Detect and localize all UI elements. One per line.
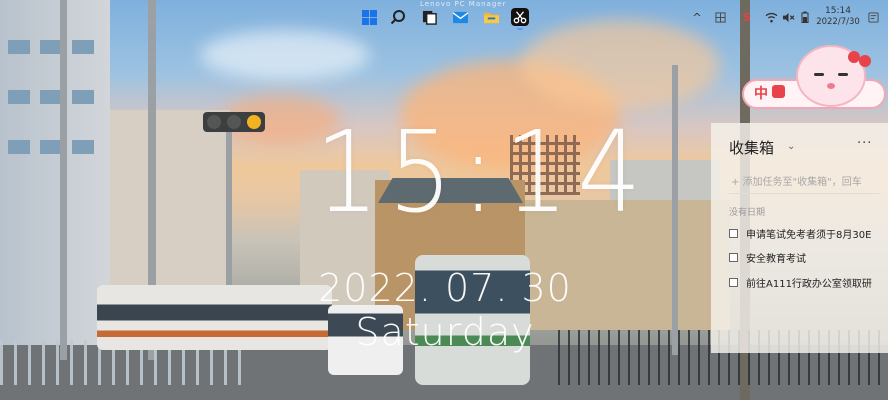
task-item[interactable]: 安全教育考试 [729,250,888,265]
cloud [200,30,370,80]
windows-start-icon[interactable] [360,8,378,26]
task-item[interactable]: 前往A111行政办公室领取研 [729,275,888,290]
task-checkbox[interactable] [729,228,738,238]
system-clock[interactable]: 15:14 2022/7/30 [814,6,862,28]
chevron-down-icon[interactable]: ⌄ [787,141,795,152]
cloud [520,20,720,110]
desktop-clock-date: 2022. 07. 30 Saturday [318,266,572,354]
task-text: 安全教育考试 [746,253,806,265]
volume-muted-icon[interactable] [781,9,795,25]
building [0,0,110,360]
section-header-no-date: 没有日期 [729,208,766,218]
wifi-icon[interactable] [764,9,778,25]
task-view-icon[interactable] [420,8,438,26]
snipping-tool-icon[interactable] [511,8,529,26]
search-icon[interactable] [389,8,407,26]
task-checkbox[interactable] [729,277,738,287]
system-clock-time: 15:14 [825,6,851,16]
active-app-indicator [517,28,523,30]
cherry-icon [859,55,871,67]
cat-sticker-widget[interactable]: 中 [740,45,888,120]
traffic-light [203,112,265,132]
desktop-clock-time: 15:14 [315,108,651,238]
keyboard-icon[interactable] [714,9,726,25]
notification-icon[interactable] [866,9,880,25]
mail-icon[interactable] [451,8,469,26]
divider [729,193,879,194]
task-item[interactable]: 申请笔试免考者须于8月30E [729,226,888,241]
system-clock-date: 2022/7/30 [816,17,860,27]
task-checkbox[interactable] [729,252,738,262]
taskbar-tooltip: Lenovo PC Manager [420,0,507,8]
input-method-icon[interactable]: S [740,9,754,25]
task-text: 前往A111行政办公室领取研 [746,278,872,290]
show-hidden-icons-button[interactable]: ^ [691,9,703,25]
utility-pole [60,0,67,360]
file-explorer-icon[interactable] [482,8,500,26]
add-task-input[interactable]: + 添加任务至"收集箱"，回车 [731,173,888,188]
task-text: 申请笔试免考者须于8月30E [746,229,872,241]
todo-inbox-panel: 收集箱 ⌄ ··· + 添加任务至"收集箱"，回车 没有日期 申请笔试免考者须于… [711,123,888,353]
more-options-button[interactable]: ··· [857,136,872,151]
sticker-label: 中 [754,86,768,102]
shirt-icon [772,85,785,98]
panel-title[interactable]: 收集箱 [729,137,774,158]
battery-icon[interactable] [799,9,811,25]
utility-pole [672,65,678,355]
